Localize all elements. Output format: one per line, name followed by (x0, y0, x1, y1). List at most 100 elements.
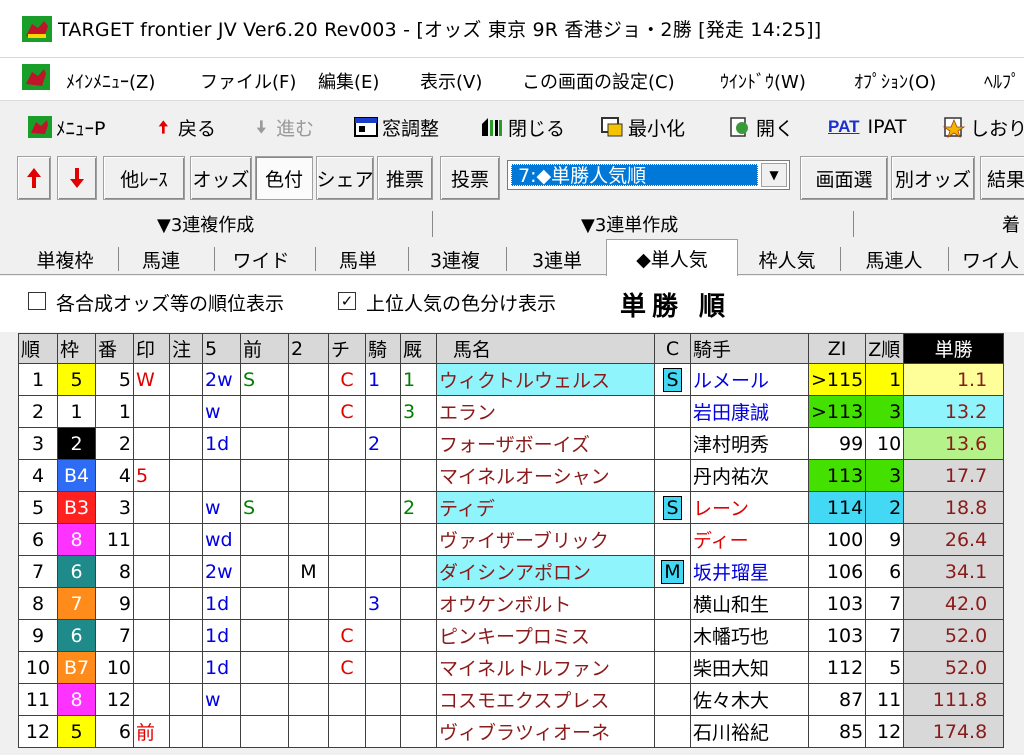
c-flag-cell[interactable]: S (654, 363, 691, 396)
number-cell[interactable]: 7 (95, 619, 134, 652)
chi-cell[interactable] (328, 523, 366, 556)
zrank-cell[interactable]: 3 (865, 395, 905, 428)
share-button[interactable]: シェア (316, 156, 374, 200)
odds-button[interactable]: オッズ (190, 156, 252, 200)
c5-cell[interactable]: 1d (202, 587, 241, 620)
mark-cell[interactable] (133, 491, 170, 524)
zrank-cell[interactable]: 3 (865, 459, 905, 492)
zi-cell[interactable]: 99 (807, 427, 867, 460)
frame-cell[interactable]: 8 (57, 683, 96, 716)
jockey-cell[interactable]: ルメール (690, 363, 809, 396)
ki-cell[interactable] (365, 651, 401, 684)
chi-cell[interactable] (328, 587, 366, 620)
c-flag-cell[interactable] (654, 715, 691, 748)
kyu-cell[interactable] (400, 683, 437, 716)
jockey-cell[interactable]: 岩田康誠 (690, 395, 809, 428)
trifecta-create-header[interactable]: ▼3連単作成 (581, 211, 678, 237)
rank-cell[interactable]: 11 (18, 683, 58, 716)
note-cell[interactable] (169, 363, 203, 396)
win-odds-cell[interactable]: 42.0 (903, 587, 1005, 620)
frame-cell[interactable]: 6 (57, 619, 96, 652)
close-window-button[interactable]: 閉じる (480, 113, 565, 141)
jockey-cell[interactable]: 丹内祐次 (690, 459, 809, 492)
back-button[interactable]: 戻る (158, 113, 216, 141)
tab-quinella-popular[interactable]: 馬連人 (846, 243, 942, 275)
rank-cell[interactable]: 1 (18, 363, 58, 396)
horse-name-cell[interactable]: ウィクトルウェルス (436, 363, 655, 396)
ki-cell[interactable] (365, 555, 401, 588)
mark-cell[interactable]: W (133, 363, 170, 396)
col-jockey[interactable]: 騎手 (690, 333, 809, 364)
tab-wide-popular[interactable]: ワイ人 (952, 243, 1024, 275)
mark-cell[interactable]: 前 (133, 715, 170, 748)
jockey-cell[interactable]: 横山和生 (690, 587, 809, 620)
horse-name-cell[interactable]: ティデ (436, 491, 655, 524)
finish-header[interactable]: 着 (1002, 211, 1020, 237)
chi-cell[interactable]: C (328, 619, 366, 652)
table-row[interactable]: 7 6 8 2w M ダイシンアポロン M 坂井瑠星 106 6 34.1 (18, 555, 1005, 588)
tab-quinella[interactable]: 馬連 (124, 243, 198, 275)
horse-name-cell[interactable]: エラン (436, 395, 655, 428)
mae-cell[interactable] (240, 523, 289, 556)
zrank-cell[interactable]: 10 (865, 427, 905, 460)
col-chi[interactable]: チ (328, 333, 366, 364)
frame-cell[interactable]: 7 (57, 587, 96, 620)
horse-name-cell[interactable]: ピンキープロミス (436, 619, 655, 652)
number-cell[interactable]: 4 (95, 459, 134, 492)
kyu-cell[interactable] (400, 651, 437, 684)
rank-cell[interactable]: 12 (18, 715, 58, 748)
c5-cell[interactable]: 1d (202, 651, 241, 684)
kyu-cell[interactable] (400, 459, 437, 492)
chi-cell[interactable]: C (328, 363, 366, 396)
c-flag-cell[interactable] (654, 427, 691, 460)
trio-create-header[interactable]: ▼3連複作成 (157, 211, 254, 237)
win-odds-cell[interactable]: 18.8 (903, 491, 1005, 524)
mark-cell[interactable] (133, 395, 170, 428)
zrank-cell[interactable]: 7 (865, 619, 905, 652)
zrank-cell[interactable]: 1 (865, 363, 905, 396)
c-flag-cell[interactable] (654, 619, 691, 652)
menu-p-button[interactable]: ﾒﾆｭｰP (28, 113, 105, 141)
col-win-odds[interactable]: 単勝 (903, 333, 1005, 364)
kyu-cell[interactable]: 1 (400, 363, 437, 396)
c5-cell[interactable]: 1d (202, 427, 241, 460)
win-odds-cell[interactable]: 52.0 (903, 619, 1005, 652)
horse-name-cell[interactable]: マイネルオーシャン (436, 459, 655, 492)
menu-file[interactable]: ファイル(F) (200, 68, 296, 94)
horse-name-cell[interactable]: フォーザボーイズ (436, 427, 655, 460)
zrank-cell[interactable]: 6 (865, 555, 905, 588)
prev-race-button[interactable] (17, 156, 51, 200)
table-row[interactable]: 4 B4 4 5 マイネルオーシャン 丹内祐次 113 3 17.7 (18, 459, 1005, 492)
chi-cell[interactable] (328, 683, 366, 716)
c5-cell[interactable]: w (202, 683, 241, 716)
number-cell[interactable]: 2 (95, 427, 134, 460)
jockey-cell[interactable]: 津村明秀 (690, 427, 809, 460)
col-frame[interactable]: 枠 (57, 333, 96, 364)
frame-cell[interactable]: 8 (57, 523, 96, 556)
win-odds-cell[interactable]: 111.8 (903, 683, 1005, 716)
rank-cell[interactable]: 10 (18, 651, 58, 684)
mark-cell[interactable] (133, 587, 170, 620)
c2-cell[interactable] (288, 683, 329, 716)
c5-cell[interactable]: w (202, 395, 241, 428)
color-button[interactable]: 色付 (255, 156, 313, 200)
c5-cell[interactable]: 2w (202, 555, 241, 588)
chi-cell[interactable]: C (328, 395, 366, 428)
dropdown-arrow-icon[interactable]: ▼ (761, 163, 787, 187)
menu-options[interactable]: ｵﾌﾟｼｮﾝ(O) (854, 68, 936, 94)
note-cell[interactable] (169, 459, 203, 492)
horse-name-cell[interactable]: ヴィブラツィオーネ (436, 715, 655, 748)
jockey-cell[interactable]: ディー (690, 523, 809, 556)
number-cell[interactable]: 8 (95, 555, 134, 588)
number-cell[interactable]: 6 (95, 715, 134, 748)
jockey-cell[interactable]: 柴田大知 (690, 651, 809, 684)
c5-cell[interactable]: w (202, 491, 241, 524)
mae-cell[interactable] (240, 459, 289, 492)
table-row[interactable]: 9 6 7 1d C ピンキープロミス 木幡巧也 103 7 52.0 (18, 619, 1005, 652)
table-row[interactable]: 8 7 9 1d 3 オウケンボルト 横山和生 103 7 42.0 (18, 587, 1005, 620)
zrank-cell[interactable]: 5 (865, 651, 905, 684)
note-cell[interactable] (169, 619, 203, 652)
color-popular-checkbox[interactable]: ✓ (338, 292, 356, 310)
mae-cell[interactable] (240, 651, 289, 684)
kyu-cell[interactable] (400, 587, 437, 620)
